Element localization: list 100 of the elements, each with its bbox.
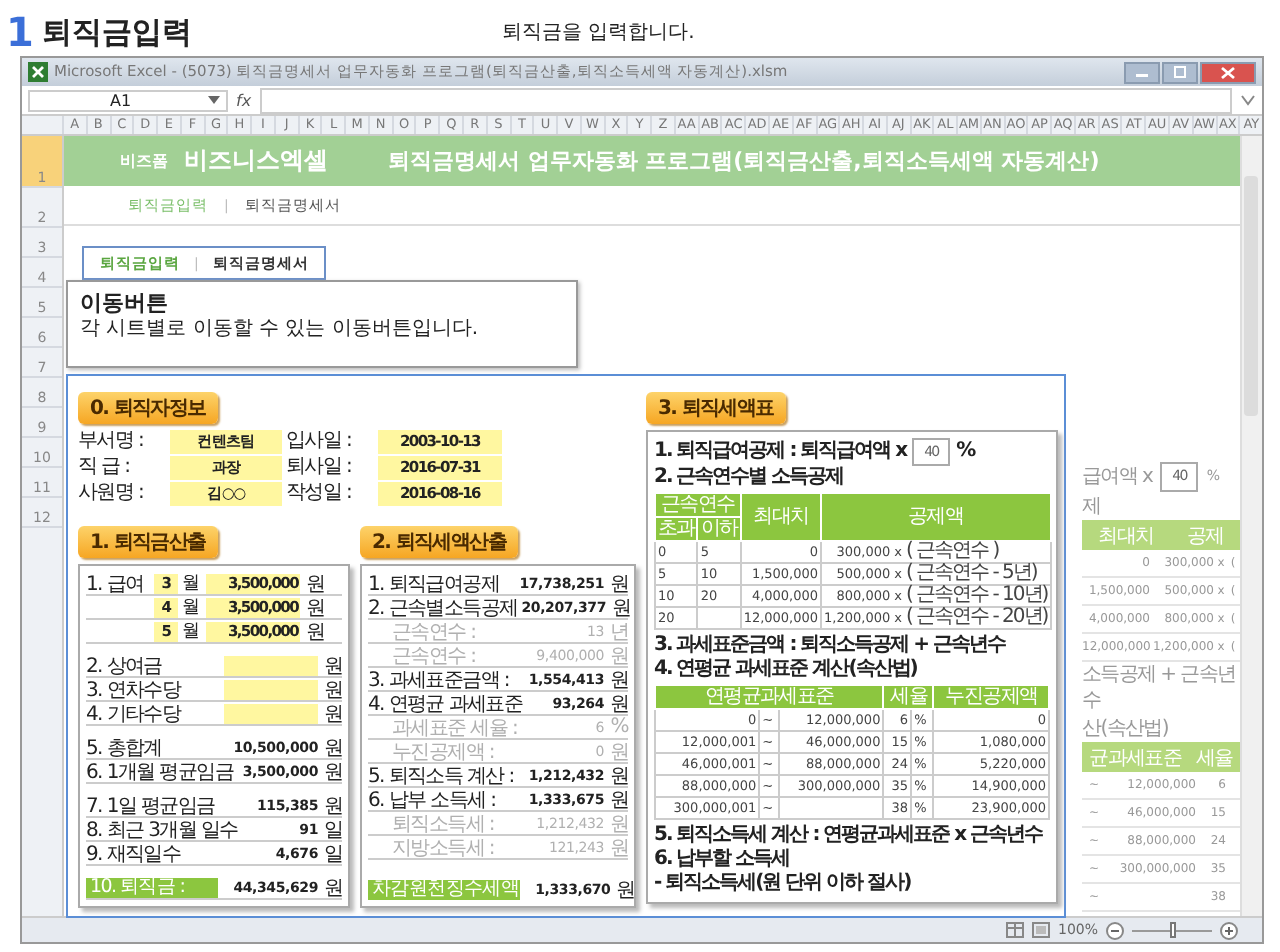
maximize-button[interactable] [1162,61,1198,83]
total-label: 차감원천징수세액 [368,879,520,899]
field-label: 직 급 : [78,456,132,480]
unit-label: 원 [304,595,324,621]
maximize-icon [1172,66,1188,78]
unit-label: 원 [322,653,342,679]
field-label: 작성일 : [286,482,354,506]
unit-label: 원 [608,739,628,765]
function-label[interactable]: fx [236,91,252,109]
brand-name: 비즈니스엑셀 [184,144,328,178]
formula-field[interactable] [259,87,1232,113]
unit-label: 원 [322,677,342,703]
row-label: 4. 기타수당 [86,701,184,727]
page-subtitle: 퇴직금을 입력합니다. [501,20,695,48]
table-header: 공제액 [821,493,1051,541]
unit-label: 원 [304,619,324,645]
unit-label: 원 [614,877,635,903]
spreadsheet-app-icon [28,62,48,82]
total-label: 10. 퇴직금 : [86,877,218,897]
formula-text: 3. 과세표준금액 : 퇴직소득공제 + 근속년수 [654,634,1008,658]
table-header: 공제 [1186,523,1224,549]
unit-label: 일 [322,841,342,867]
row-label: 1. 퇴직급여공제 [368,571,502,597]
formula-text: 6. 납부할 소득세 [654,848,792,872]
unit-label: 월 [182,572,201,596]
unit-label: 원 [608,667,628,693]
row-label: 5. 총합계 [86,735,164,761]
unit-label: 원 [608,643,628,669]
row-label: 8. 최근 3개월 일수 [86,817,240,843]
formula-text: 소득공제 + 근속년수 [1082,662,1238,714]
table-header: 세율 [883,685,934,709]
formula-text: 2. 근속연수별 소득공제 [654,466,846,490]
unit-label: 원 [322,735,342,761]
section-header: 3. 퇴직세액표 [646,392,786,424]
unit-label: 원 [322,875,342,901]
row-label: 과세표준 세율 : [390,715,520,741]
row-label: 9. 재직일수 [86,841,183,867]
callout-title: 이동버튼 [80,290,170,316]
name-box[interactable]: A1 [28,89,228,111]
formula-text: 5. 퇴직소득세 계산 : 연평균과세표준 x 근속년수 [654,824,1045,848]
table-header: 근속연수 [655,493,741,517]
page-layout-icon[interactable] [1031,922,1050,938]
unit-label: 원 [304,571,324,597]
unit-label: 원 [322,759,342,785]
section-header: 0. 퇴직자정보 [78,392,218,424]
row-label: 7. 1일 평균임금 [86,793,217,819]
unit-label: 원 [608,691,628,717]
vertical-scrollbar[interactable] [1240,136,1262,916]
percent-sign: % [956,440,975,464]
input-field[interactable] [224,679,318,699]
section-label: 제 [1082,493,1103,520]
minimize-button[interactable] [1124,61,1160,83]
zoom-out-icon[interactable] [1106,921,1124,939]
unit-label: 월 [182,596,201,620]
formula-text: 4. 연평균 과세표준 계산(속산법) [654,658,919,682]
zoom-slider-thumb[interactable] [1170,921,1176,937]
expand-icon[interactable] [1240,94,1256,106]
zoom-in-icon[interactable] [1220,921,1238,939]
table-header: 누진공제액 [933,685,1049,709]
row-label: 6. 납부 소득세 : [368,787,498,813]
section-header: 1. 퇴직금산출 [78,526,218,558]
unit-label: 년 [608,619,628,645]
row-label: 근속연수 : [390,619,478,645]
close-button[interactable] [1200,61,1256,83]
formula-text: 산(속산법) [1082,715,1171,742]
row-label: 2. 상여금 [86,653,164,679]
normal-view-icon[interactable] [1005,922,1024,938]
input-field[interactable] [224,655,318,675]
section-header: 2. 퇴직세액산출 [360,526,519,558]
table-header: 세율 [1195,745,1233,771]
row-label: 퇴직소득세 : [390,811,496,837]
unit-label: 월 [182,620,201,644]
step-number: 1 [6,8,34,56]
close-icon [1220,65,1236,79]
table-header: 연평균과세표준 [655,685,884,709]
callout-text: 각 시트별로 이동할 수 있는 이동버튼입니다. [80,316,481,344]
formula-text: 급여액 x [1082,464,1153,490]
formula-text: - 퇴직소득세(원 단위 이하 절사) [654,872,913,896]
row-label: 5. 퇴직소득 계산 : [368,763,516,789]
table-header: 최대치 [740,493,822,541]
input-field[interactable] [224,703,318,723]
table-header: 초과 [655,517,698,541]
brand-tagline: 비즈폼 [120,150,168,172]
unit-label: 원 [608,811,628,837]
table-cell: ( 근속연수 - 5년) [903,563,1051,585]
table-header: 최대치 [1098,523,1154,549]
formula-text: 1. 퇴직급여공제 : 퇴직급여액 x [654,440,907,464]
field-label: 입사일 : [286,430,354,454]
unit-label: 일 [322,817,342,843]
row-label: 3. 과세표준금액 : [368,667,511,693]
unit-label: 원 [610,595,631,621]
page-title: 퇴직금입력 [41,12,194,54]
unit-label: 원 [608,763,628,789]
field-label: 사원명 : [78,482,146,506]
unit-label: 원 [322,793,342,819]
field-label: 퇴사일 : [286,456,354,480]
banner-title: 퇴직금명세서 업무자동화 프로그램(퇴직금산출,퇴직소득세액 자동계산) [388,146,1100,176]
field-label: 부서명 : [78,430,146,454]
table-header: 균과세표준 [1089,745,1182,771]
caret-icon [208,96,220,104]
